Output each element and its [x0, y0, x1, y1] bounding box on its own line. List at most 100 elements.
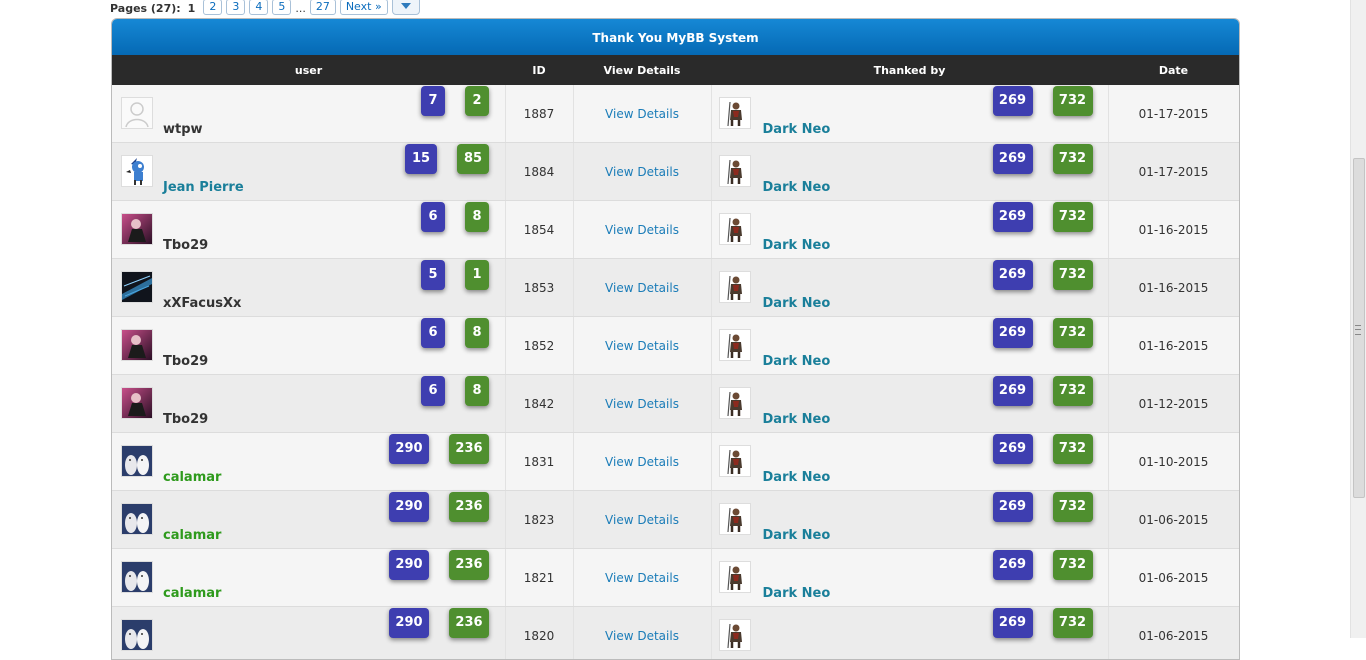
details-cell: View Details: [573, 375, 711, 433]
thanker-thanks-badge: 732: [1053, 434, 1093, 464]
user-cell: Jean Pierre1585: [112, 143, 505, 201]
user-posts-badge: 5: [421, 260, 445, 290]
user-avatar[interactable]: [121, 213, 153, 245]
user-name-link[interactable]: calamar: [163, 586, 221, 601]
thanker-name-link[interactable]: Dark Neo: [763, 238, 831, 253]
user-posts-badge: 6: [421, 202, 445, 232]
view-details-link[interactable]: View Details: [605, 165, 679, 179]
thanker-name-link[interactable]: Dark Neo: [763, 528, 831, 543]
user-posts-badge: 290: [389, 550, 429, 580]
user-avatar[interactable]: [121, 271, 153, 303]
thanker-name-link[interactable]: Dark Neo: [763, 122, 831, 137]
thanker-avatar[interactable]: [719, 329, 751, 361]
user-avatar[interactable]: [121, 445, 153, 477]
view-details-link[interactable]: View Details: [605, 455, 679, 469]
user-avatar[interactable]: [121, 97, 153, 129]
user-avatar[interactable]: [121, 329, 153, 361]
page-link-2[interactable]: 2: [203, 0, 222, 15]
thanker-name-link[interactable]: Dark Neo: [763, 296, 831, 311]
thanker-avatar[interactable]: [719, 213, 751, 245]
thanker-avatar[interactable]: [719, 271, 751, 303]
date-cell: 01-17-2015: [1108, 85, 1239, 143]
page-link-last[interactable]: 27: [310, 0, 336, 15]
user-thanks-badge: 85: [457, 144, 489, 174]
thanker-avatar[interactable]: [719, 445, 751, 477]
thanked-by-cell: 269732: [711, 607, 1108, 660]
user-thanks-badge: 8: [465, 202, 489, 232]
id-cell: 1884: [505, 143, 573, 201]
thanker-avatar[interactable]: [719, 155, 751, 187]
table-row: wtpw721887View DetailsDark Neo26973201-1…: [112, 85, 1239, 143]
user-thanks-badge: 236: [449, 492, 489, 522]
thanker-name-link[interactable]: Dark Neo: [763, 180, 831, 195]
thanker-thanks-badge: 732: [1053, 318, 1093, 348]
user-name-link[interactable]: Jean Pierre: [163, 180, 244, 195]
thanker-name-link[interactable]: Dark Neo: [763, 412, 831, 427]
user-thanks-badge: 236: [449, 550, 489, 580]
view-details-link[interactable]: View Details: [605, 513, 679, 527]
page-link-4[interactable]: 4: [249, 0, 268, 15]
thanked-by-cell: Dark Neo269732: [711, 375, 1108, 433]
current-page: 1: [188, 2, 196, 15]
date-cell: 01-06-2015: [1108, 607, 1239, 660]
user-avatar[interactable]: [121, 503, 153, 535]
details-cell: View Details: [573, 491, 711, 549]
user-cell: calamar290236: [112, 433, 505, 491]
table-row: calamar2902361823View DetailsDark Neo269…: [112, 491, 1239, 549]
next-page-link[interactable]: Next »: [340, 0, 388, 15]
thanked-by-cell: Dark Neo269732: [711, 491, 1108, 549]
date-cell: 01-10-2015: [1108, 433, 1239, 491]
thanker-avatar[interactable]: [719, 561, 751, 593]
thanker-name-link[interactable]: Dark Neo: [763, 586, 831, 601]
thanked-by-cell: Dark Neo269732: [711, 549, 1108, 607]
user-cell: calamar 290 236: [112, 549, 505, 607]
user-avatar[interactable]: [121, 387, 153, 419]
col-thanked-by: Thanked by: [711, 55, 1108, 85]
thanker-posts-badge: 269: [993, 202, 1033, 232]
thanked-by-cell: Dark Neo269732: [711, 143, 1108, 201]
thanker-avatar[interactable]: [719, 387, 751, 419]
id-cell: 1842: [505, 375, 573, 433]
page-scrollbar[interactable]: [1350, 0, 1366, 638]
table-row: calamar2902361831View DetailsDark Neo269…: [112, 433, 1239, 491]
date-cell: 01-16-2015: [1108, 259, 1239, 317]
page-link-3[interactable]: 3: [226, 0, 245, 15]
table-row: Tbo29681854View DetailsDark Neo26973201-…: [112, 201, 1239, 259]
thanker-thanks-badge: 732: [1053, 608, 1093, 638]
page-link-5[interactable]: 5: [272, 0, 291, 15]
thanker-avatar[interactable]: [719, 619, 751, 651]
thanker-thanks-badge: 732: [1053, 260, 1093, 290]
view-details-link[interactable]: View Details: [605, 571, 679, 585]
user-name-link[interactable]: calamar: [163, 470, 221, 485]
view-details-link[interactable]: View Details: [605, 107, 679, 121]
user-name-link[interactable]: Tbo29: [163, 354, 208, 369]
user-posts-badge: 7: [421, 86, 445, 116]
table-row: calamar2902361821View DetailsDark Neo269…: [112, 549, 1239, 607]
user-cell: xXFacusXx51: [112, 259, 505, 317]
thanker-posts-badge: 269: [993, 376, 1033, 406]
user-posts-badge: 6: [421, 376, 445, 406]
thanked-by-cell: Dark Neo269732: [711, 259, 1108, 317]
date-cell: 01-16-2015: [1108, 201, 1239, 259]
date-cell: 01-06-2015: [1108, 491, 1239, 549]
user-name-link[interactable]: xXFacusXx: [163, 296, 241, 311]
thanker-name-link[interactable]: Dark Neo: [763, 354, 831, 369]
view-details-link[interactable]: View Details: [605, 339, 679, 353]
view-details-link[interactable]: View Details: [605, 629, 679, 643]
view-details-link[interactable]: View Details: [605, 223, 679, 237]
user-name-link[interactable]: Tbo29: [163, 412, 208, 427]
user-name-link[interactable]: calamar: [163, 528, 221, 543]
user-name-link[interactable]: wtpw: [163, 122, 203, 137]
user-avatar[interactable]: [121, 155, 153, 187]
jump-to-page-dropdown[interactable]: [392, 0, 420, 15]
thanker-avatar[interactable]: [719, 503, 751, 535]
user-avatar[interactable]: [121, 619, 153, 651]
user-thanks-badge: 236: [449, 608, 489, 638]
details-cell: View Details: [573, 433, 711, 491]
view-details-link[interactable]: View Details: [605, 397, 679, 411]
user-avatar[interactable]: [121, 561, 153, 593]
thanker-avatar[interactable]: [719, 97, 751, 129]
view-details-link[interactable]: View Details: [605, 281, 679, 295]
thanker-name-link[interactable]: Dark Neo: [763, 470, 831, 485]
user-name-link[interactable]: Tbo29: [163, 238, 208, 253]
